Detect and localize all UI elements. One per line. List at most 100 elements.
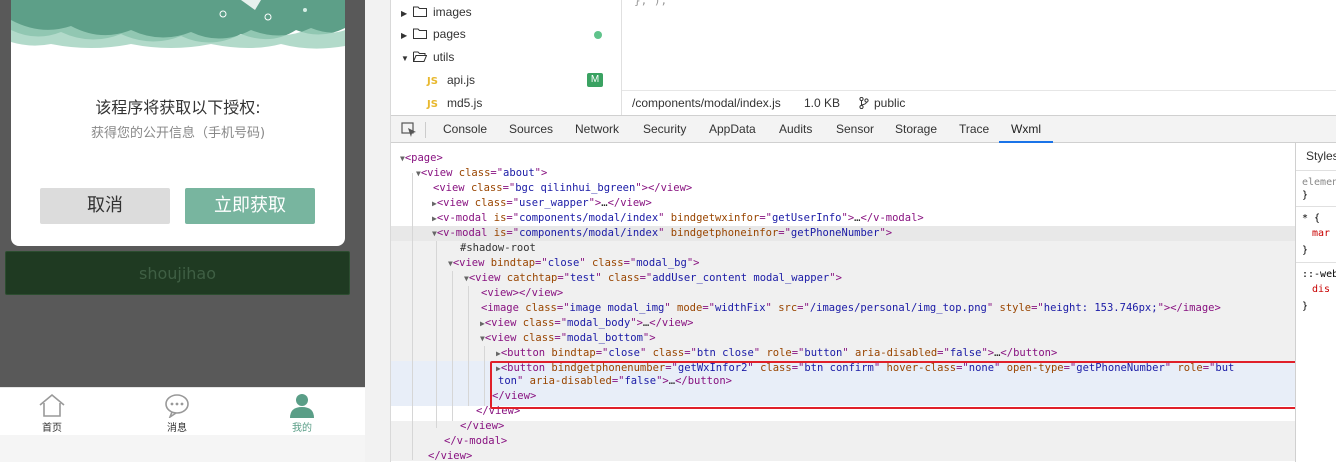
inspect-element-icon[interactable] [401, 122, 417, 137]
tab-sources[interactable]: Sources [509, 116, 553, 143]
attr-name: class [522, 317, 555, 329]
tag-name: v-modal [443, 212, 488, 224]
tree-folder-utils[interactable]: ▼ utils [401, 46, 454, 68]
js-file-icon: JS [427, 76, 438, 87]
attr-name: aria-disabled [854, 347, 938, 359]
tag-name: page [411, 152, 437, 164]
tab-mine-label: 我的 [292, 423, 312, 434]
message-icon [165, 394, 189, 418]
user-icon [290, 394, 314, 418]
tab-message[interactable]: 消息 [137, 388, 217, 436]
attr-value: modal_body [567, 317, 631, 329]
dom-node-view-empty[interactable]: <view></view> [481, 286, 563, 301]
dom-node-view-modal-bg[interactable]: ▼<view bindtap="close" class="modal_bg"> [448, 256, 699, 271]
attr-value: close [547, 257, 580, 269]
attr-name: bindtap [551, 347, 596, 359]
file-size: 1.0 KB [804, 96, 841, 110]
attr-name: class [458, 167, 491, 179]
tree-folder-pages[interactable]: ▶ pages [401, 23, 466, 45]
attr-value: test [570, 272, 596, 284]
dom-close-v-modal[interactable]: </v-modal> [444, 434, 507, 449]
dom-node-v-modal-phone[interactable]: ▼<v-modal is="components/modal/index" bi… [432, 226, 892, 241]
tag-name: button [507, 347, 546, 359]
tab-mine[interactable]: 我的 [262, 388, 342, 436]
dom-node-view-bgc[interactable]: <view class="bgc qilinhui_bgreen"></view… [433, 181, 692, 196]
modal-title: 该程序将获取以下授权: [95, 98, 261, 117]
attr-name: catchtap [506, 272, 558, 284]
expanded-arrow-icon: ▼ [432, 229, 437, 238]
tab-console[interactable]: Console [443, 116, 487, 143]
dom-node-view-modal-bottom[interactable]: ▼<view class="modal_bottom"> [480, 331, 656, 346]
attr-value: getUserInfo [771, 212, 842, 224]
attr-value: height: 153.746px; [1043, 302, 1158, 314]
branch-icon [859, 97, 869, 109]
tag-name: v-modal [456, 435, 501, 447]
expanded-arrow-icon: ▼ [401, 54, 409, 63]
attr-name: class [522, 332, 555, 344]
tab-audits[interactable]: Audits [779, 116, 812, 143]
tag-name: v-modal [443, 227, 488, 239]
phone-button-bar[interactable]: shoujihao [5, 251, 350, 295]
expanded-arrow-icon: ▼ [400, 154, 405, 163]
tab-bar: 首页 消息 我的 [0, 387, 365, 435]
attr-value: addUser_content modal_wapper [652, 272, 830, 284]
tree-file-api-js[interactable]: JS api.js [427, 69, 475, 91]
tab-home[interactable]: 首页 [12, 388, 92, 436]
expanded-arrow-icon: ▼ [480, 334, 485, 343]
tab-security[interactable]: Security [643, 116, 686, 143]
expanded-arrow-icon: ▼ [416, 169, 421, 178]
indent-guide [484, 346, 485, 406]
dom-node-v-modal-wxinfo[interactable]: ▶<v-modal is="components/modal/index" bi… [432, 211, 924, 226]
dom-node-image[interactable]: <image class="image modal_img" mode="wid… [481, 301, 1221, 316]
indent-guide [468, 286, 469, 406]
indent-guide [412, 173, 413, 460]
style-separator [1296, 262, 1336, 263]
tab-sensor[interactable]: Sensor [836, 116, 874, 143]
attr-name: class [470, 182, 503, 194]
attr-value: false [949, 347, 982, 359]
tag-name: view [472, 420, 498, 432]
dom-shadow-root[interactable]: #shadow-root [460, 241, 536, 256]
tag-name: view [443, 197, 469, 209]
dom-node-page[interactable]: ▼<page> [400, 151, 443, 166]
cancel-button[interactable]: 取消 [40, 188, 170, 224]
simulator-panel: 该程序将获取以下授权: 获得您的公开信息（手机号码) 取消 立即获取 shouj… [0, 0, 365, 462]
file-path: /components/modal/index.js [632, 96, 781, 110]
dom-node-view-about[interactable]: ▼<view class="about"> [416, 166, 547, 181]
dom-node-button-close[interactable]: ▶<button bindtap="close" class="btn clos… [496, 346, 1057, 361]
attr-name: style [999, 302, 1032, 314]
confirm-button[interactable]: 立即获取 [185, 188, 315, 224]
attr-name: bindgetwxinfor [670, 212, 760, 224]
subtree-highlight-end [391, 421, 1295, 461]
simulator-footer [0, 435, 365, 462]
attr-value: bgc qilinhui_bgreen [515, 182, 636, 194]
tab-storage[interactable]: Storage [895, 116, 937, 143]
modal-banner-image [11, 0, 345, 52]
dom-node-view-user-wapper[interactable]: ▶<view class="user_wapper">…</view> [432, 196, 652, 211]
modal-description: 获得您的公开信息（手机号码) [90, 126, 266, 141]
home-icon [39, 393, 65, 417]
dom-close-view[interactable]: </view> [460, 419, 504, 434]
code-fragment: }, ); [634, 0, 668, 7]
tab-network[interactable]: Network [575, 116, 619, 143]
dom-node-view-modal-wapper[interactable]: ▼<view catchtap="test" class="addUser_co… [464, 271, 842, 286]
tab-wxml[interactable]: Wxml [999, 116, 1053, 143]
expanded-arrow-icon: ▼ [464, 274, 469, 283]
attr-value: modal_bottom [567, 332, 643, 344]
tag-name: view [487, 287, 513, 299]
style-separator [1296, 206, 1336, 207]
styles-panel: Styles elemen } * { mar } ::-web dis } [1295, 143, 1336, 462]
dom-node-view-modal-body[interactable]: ▶<view class="modal_body">…</view> [480, 316, 694, 331]
tab-trace[interactable]: Trace [959, 116, 989, 143]
folder-open-icon [413, 51, 427, 62]
dom-close-view[interactable]: </view> [428, 449, 472, 462]
styles-tab[interactable]: Styles [1296, 143, 1336, 171]
collapsed-arrow-icon: ▶ [401, 31, 408, 40]
attr-name: is [493, 212, 507, 224]
attr-value: button [804, 347, 843, 359]
simulator-divider[interactable] [365, 0, 391, 462]
tree-file-md5-js[interactable]: JS md5.js [427, 92, 482, 114]
code-editor[interactable] [622, 0, 1336, 90]
tree-folder-images[interactable]: ▶ images [401, 1, 472, 23]
tab-appdata[interactable]: AppData [709, 116, 756, 143]
